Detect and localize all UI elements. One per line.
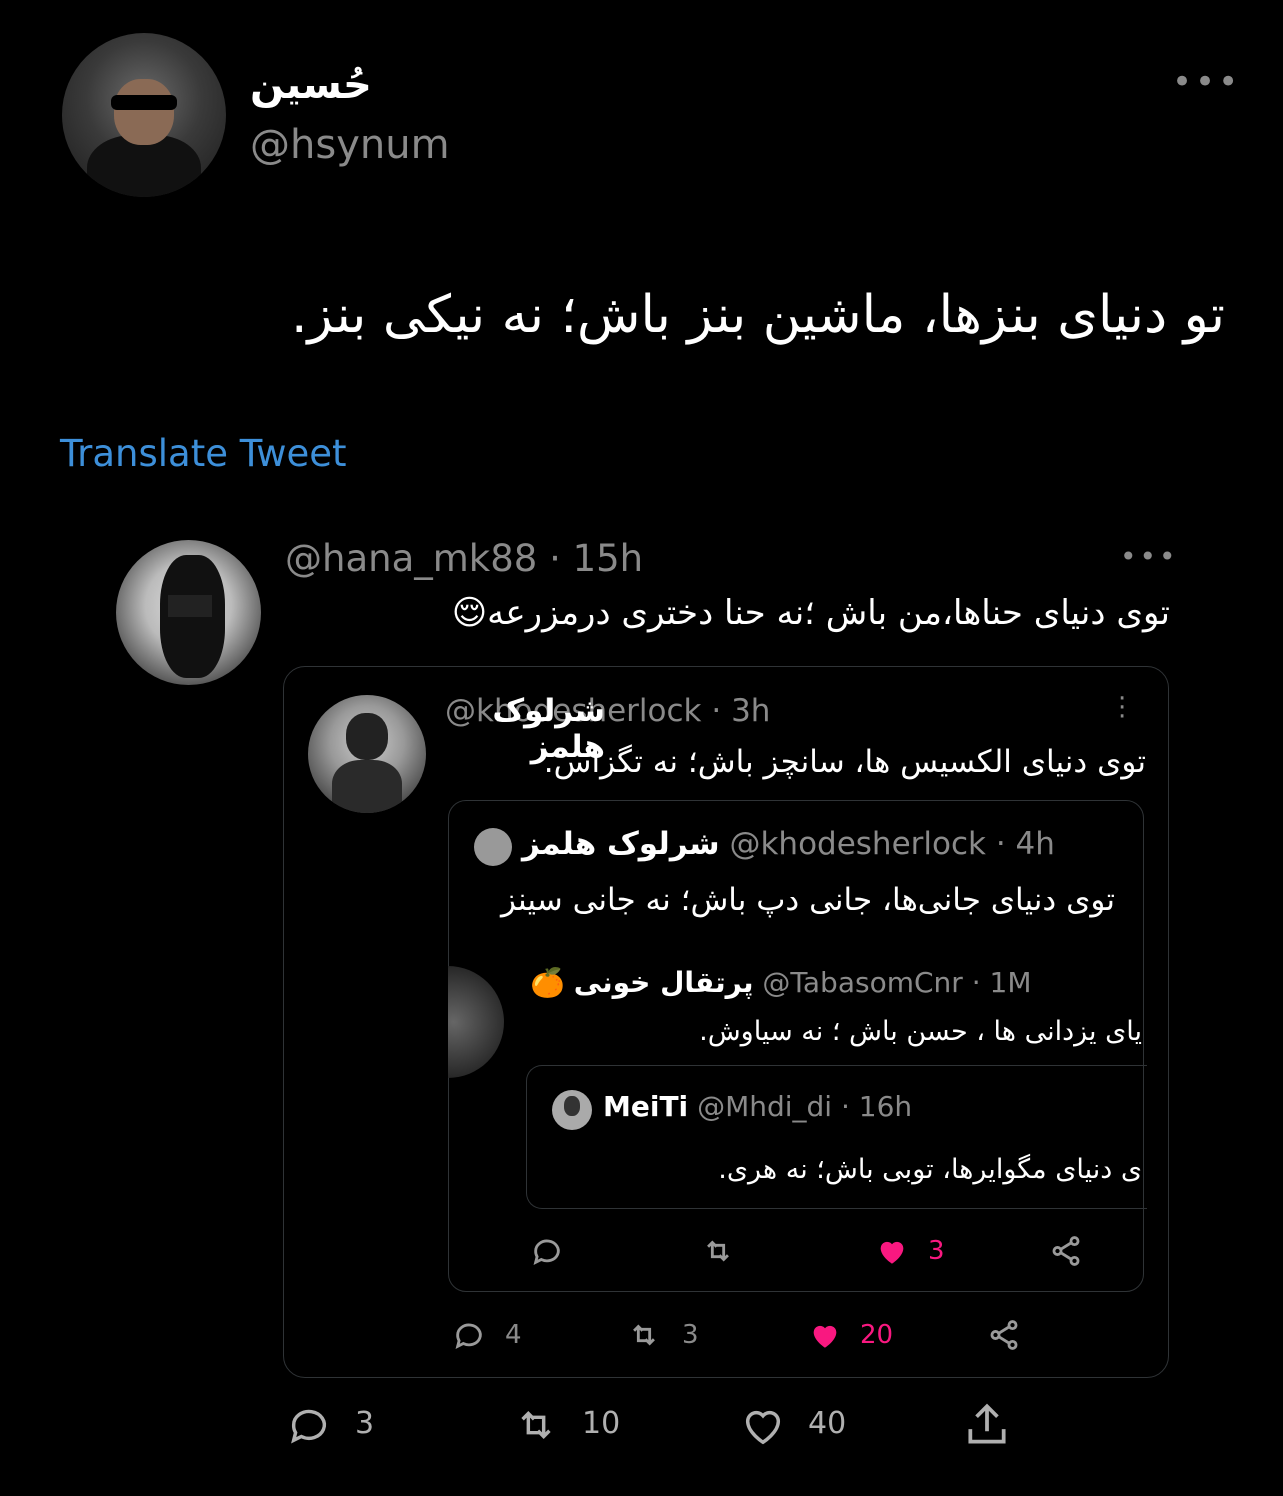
- quoted2-text: توی دنیای جانی‌ها، جانی دپ باش؛ نه جانی …: [500, 882, 1115, 918]
- quoted2-display-name[interactable]: شرلوک هلمز: [522, 826, 720, 862]
- main-retweet-icon[interactable]: [508, 1402, 564, 1448]
- quoted3-text: یای یزدانی ها ، حسن باش ؛ نه سیاوش.: [699, 1016, 1142, 1047]
- quoted2-handle[interactable]: @khodesherlock: [729, 826, 986, 862]
- main-display-name[interactable]: حُسین: [250, 62, 450, 108]
- quoted4-handle[interactable]: @Mhdi_di: [697, 1090, 832, 1123]
- main-like-icon[interactable]: [738, 1402, 788, 1448]
- quoted4-avatar[interactable]: [552, 1090, 592, 1130]
- quoted1-retweet-icon[interactable]: [700, 1234, 736, 1268]
- reply-tweet-text: توی دنیای حناها،من باش ؛نه حنا دختری درم…: [451, 593, 1170, 633]
- quoted3-display-name[interactable]: پرتقال خونی: [574, 966, 754, 999]
- quoted1-text: توی دنیای الکسیس ها، سانچز باش؛ نه تگزاس…: [543, 744, 1146, 780]
- reply-like-count: 20: [860, 1320, 894, 1350]
- reply-handle[interactable]: @hana_mk88: [285, 537, 537, 580]
- quoted1-avatar[interactable]: [308, 695, 426, 813]
- translate-tweet-link[interactable]: Translate Tweet: [60, 432, 347, 475]
- reply-more-icon[interactable]: •••: [1120, 540, 1179, 573]
- quoted4-text: ی دنیای مگوایرها، توبی باش؛ نه هری.: [718, 1154, 1142, 1185]
- quoted4-time: · 16h: [840, 1090, 913, 1123]
- main-like-count: 40: [808, 1406, 847, 1441]
- quoted3-emoji: 🍊: [530, 966, 565, 999]
- quoted4-display-name[interactable]: MeiTi: [603, 1090, 688, 1123]
- reply-share-icon[interactable]: [985, 1318, 1023, 1352]
- quoted2-time: · 4h: [995, 826, 1055, 862]
- quoted3-time: · 1M: [971, 966, 1032, 999]
- quoted1-time: · 3h: [711, 693, 771, 729]
- reply-retweet-icon[interactable]: [624, 1318, 664, 1352]
- main-reply-icon[interactable]: [285, 1402, 333, 1448]
- reply-retweet-count: 3: [682, 1320, 699, 1350]
- main-avatar[interactable]: [62, 33, 226, 197]
- reply-like-icon[interactable]: [805, 1318, 845, 1352]
- quoted1-like-icon[interactable]: [874, 1234, 910, 1268]
- reply-reply-count: 4: [505, 1320, 522, 1350]
- reply-reply-icon[interactable]: [452, 1318, 486, 1352]
- quoted1-reply-icon[interactable]: [530, 1234, 564, 1268]
- main-handle[interactable]: @hsynum: [250, 122, 450, 168]
- reply-avatar[interactable]: [116, 540, 261, 685]
- quoted3-handle[interactable]: @TabasomCnr: [762, 966, 962, 999]
- quoted1-share-icon[interactable]: [1048, 1234, 1084, 1268]
- more-options-icon[interactable]: •••: [1172, 62, 1241, 102]
- quoted1-more-icon[interactable]: · · ·: [1118, 686, 1126, 730]
- main-share-icon[interactable]: [962, 1400, 1012, 1450]
- main-tweet-text: تو دنیای بنزها، ماشین بنز باش؛ نه نیکی ب…: [290, 285, 1225, 345]
- main-reply-count: 3: [355, 1406, 375, 1441]
- reply-time: · 15h: [549, 537, 644, 580]
- quoted1-like-count: 3: [928, 1236, 945, 1266]
- quoted2-avatar[interactable]: [474, 828, 512, 866]
- main-retweet-count: 10: [582, 1406, 621, 1441]
